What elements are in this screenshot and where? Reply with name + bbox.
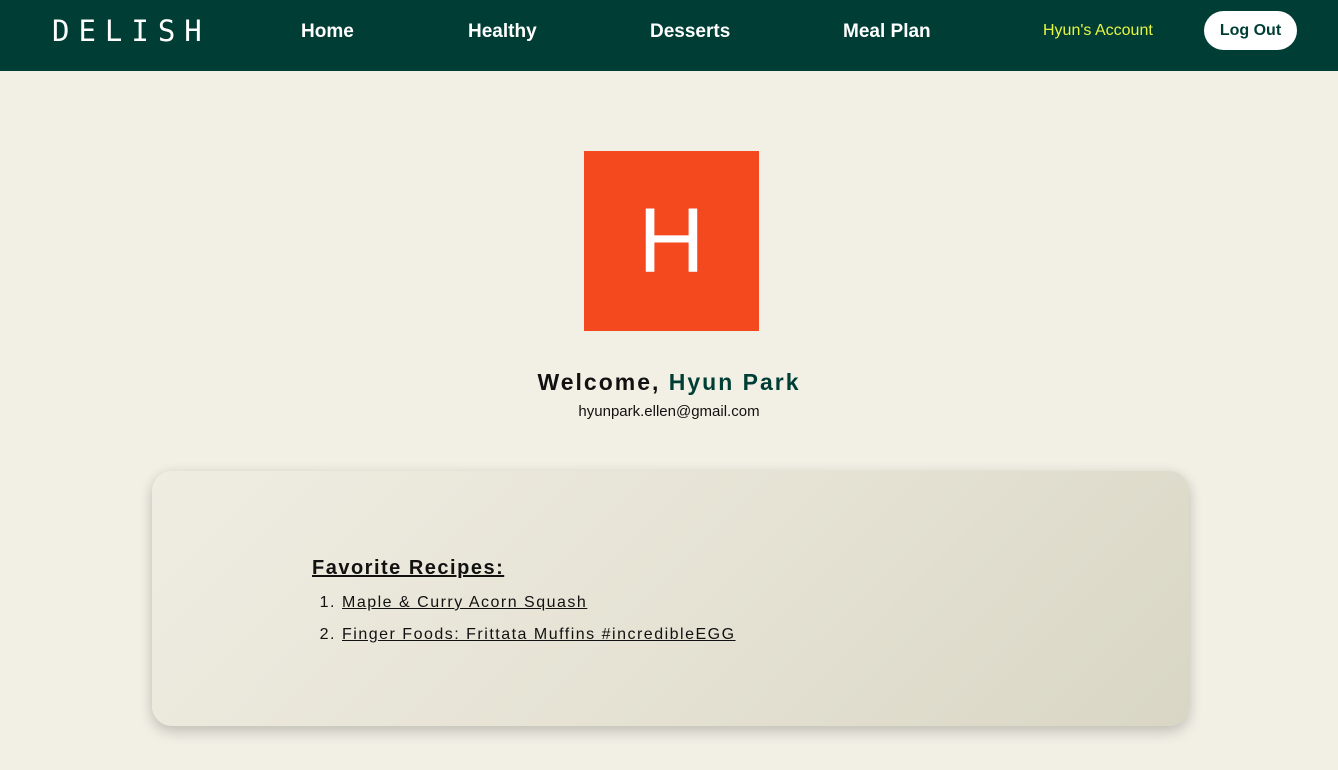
- user-name: Hyun Park: [668, 369, 801, 395]
- nav-link-desserts[interactable]: Desserts: [650, 20, 730, 44]
- delish-logo[interactable]: DELISH: [52, 14, 211, 48]
- nav-link-home[interactable]: Home: [301, 20, 354, 44]
- list-item: 1. Maple & Curry Acorn Squash: [312, 587, 736, 619]
- nav-link-meal-plan[interactable]: Meal Plan: [843, 20, 931, 44]
- favorites-list: 1. Maple & Curry Acorn Squash 2. Finger …: [312, 587, 736, 651]
- nav-link-healthy[interactable]: Healthy: [468, 20, 537, 44]
- welcome-prefix: Welcome,: [537, 369, 661, 395]
- avatar: H: [584, 151, 759, 331]
- avatar-letter: H: [638, 190, 705, 292]
- welcome-heading: Welcome, Hyun Park: [0, 367, 1338, 397]
- recipe-link[interactable]: Maple & Curry Acorn Squash: [342, 594, 587, 612]
- list-item-number: 1.: [319, 594, 336, 611]
- recipe-link[interactable]: Finger Foods: Frittata Muffins #incredib…: [342, 626, 736, 644]
- logout-button[interactable]: Log Out: [1204, 11, 1297, 50]
- list-item: 2. Finger Foods: Frittata Muffins #incre…: [312, 619, 736, 651]
- favorites-card: Favorite Recipes: 1. Maple & Curry Acorn…: [152, 471, 1189, 726]
- favorites-title: Favorite Recipes:: [312, 557, 505, 579]
- list-item-number: 2.: [319, 626, 336, 643]
- account-link[interactable]: Hyun's Account: [1043, 20, 1153, 42]
- top-navbar: DELISH Home Healthy Desserts Meal Plan H…: [0, 0, 1338, 71]
- user-email: hyunpark.ellen@gmail.com: [578, 403, 760, 420]
